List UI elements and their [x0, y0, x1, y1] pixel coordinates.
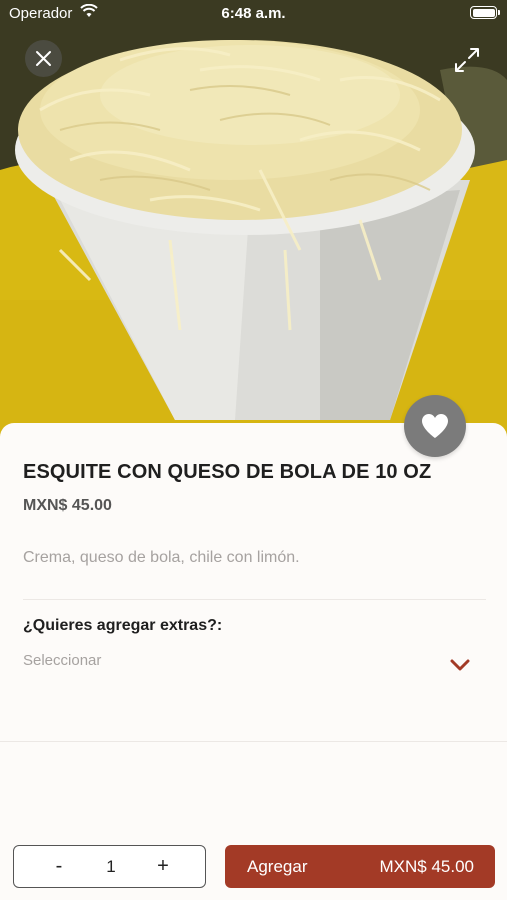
expand-icon — [455, 48, 479, 72]
divider — [0, 741, 507, 742]
add-to-cart-button[interactable]: Agregar MXN$ 45.00 — [225, 845, 495, 888]
product-title: ESQUITE CON QUESO DE BOLA DE 10 OZ — [23, 461, 432, 483]
increment-button[interactable]: + — [138, 846, 188, 887]
quantity-stepper: - 1 + — [13, 845, 206, 888]
close-icon — [36, 51, 51, 66]
extras-placeholder: Seleccionar — [23, 652, 102, 669]
battery-icon — [470, 6, 500, 19]
heart-icon — [422, 414, 448, 438]
extras-select[interactable]: Seleccionar — [23, 645, 483, 685]
expand-button[interactable] — [452, 45, 482, 75]
product-price: MXN$ 45.00 — [23, 497, 112, 514]
add-button-total: MXN$ 45.00 — [379, 857, 475, 876]
add-button-label: Agregar — [247, 857, 308, 876]
chevron-down-icon — [450, 659, 470, 671]
favorite-button[interactable] — [404, 395, 466, 457]
status-bar: Operador 6:48 a.m. — [0, 0, 507, 28]
quantity-value: 1 — [106, 857, 116, 876]
extras-label: ¿Quieres agregar extras?: — [23, 617, 223, 634]
close-button[interactable] — [25, 40, 62, 77]
decrement-button[interactable]: - — [34, 846, 84, 887]
clock: 6:48 a.m. — [221, 5, 286, 22]
product-image — [0, 0, 507, 445]
product-description: Crema, queso de bola, chile con limón. — [23, 549, 300, 566]
divider — [23, 599, 486, 600]
product-photo — [0, 0, 507, 445]
